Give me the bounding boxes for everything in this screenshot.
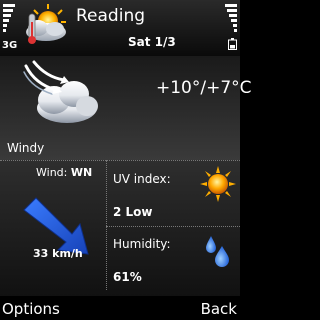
wind-cloud-icon [23, 60, 98, 123]
date-label: Sat 1/3 [128, 35, 176, 49]
battery-icon [228, 38, 237, 50]
uv-index-label: UV index: [113, 172, 171, 186]
wind-speed: 33 km/h [33, 247, 83, 260]
divider [0, 160, 240, 161]
wind-direction: WN [70, 166, 93, 179]
uv-index-value: 2 Low [113, 205, 153, 219]
network-type-label: 3G [2, 40, 18, 51]
app-weather-icon [26, 4, 66, 44]
wind-label: Wind: WN [36, 166, 92, 179]
humidity-label: Humidity: [113, 237, 171, 251]
water-drops-icon [206, 236, 229, 267]
wind-label-text: Wind: [36, 166, 68, 179]
options-softkey[interactable]: Options [2, 300, 60, 318]
battery-level-icon [225, 4, 237, 38]
humidity-value: 61% [113, 270, 142, 284]
sun-icon [200, 166, 236, 202]
location-title: Reading [76, 6, 146, 26]
divider [106, 226, 240, 227]
back-softkey[interactable]: Back [201, 300, 237, 318]
divider [106, 160, 107, 290]
condition-label: Windy [7, 141, 45, 155]
temperature-range: +10°/+7°C [156, 78, 252, 98]
